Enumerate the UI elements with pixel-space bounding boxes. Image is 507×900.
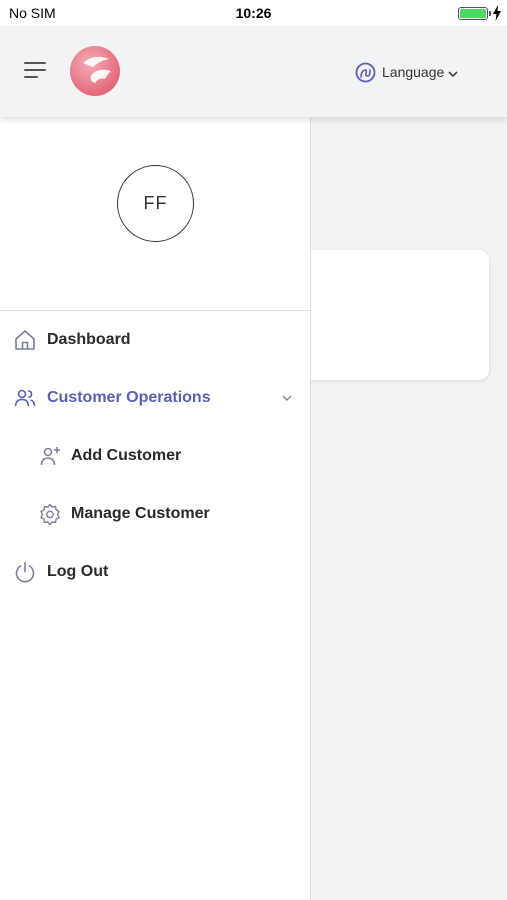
nav-item-customer-operations[interactable]: Customer Operations: [0, 378, 311, 418]
nav-item-add-customer[interactable]: Add Customer: [0, 436, 311, 476]
home-icon: [15, 330, 35, 350]
gear-icon: [40, 503, 60, 526]
battery-icon: [458, 7, 491, 20]
language-label: Language: [382, 64, 445, 80]
nav-label-manage-customer: Manage Customer: [71, 505, 210, 522]
charging-bolt-icon: [493, 5, 501, 21]
avatar[interactable]: FF: [117, 165, 194, 242]
users-icon: [14, 389, 36, 407]
status-bar: No SIM 10:26: [0, 0, 507, 26]
nav-label-dashboard: Dashboard: [47, 331, 131, 348]
nav-item-dashboard[interactable]: Dashboard: [0, 320, 311, 360]
user-plus-icon: [40, 447, 60, 466]
chevron-down-icon: [448, 70, 458, 77]
status-time: 10:26: [235, 5, 272, 21]
navigation-drawer: FF Dashboard Customer Operations Add Cus…: [0, 117, 311, 900]
drawer-divider: [0, 310, 311, 311]
nav-label-add-customer: Add Customer: [71, 447, 182, 464]
nav-label-customer-operations: Customer Operations: [47, 389, 211, 406]
nav-item-log-out[interactable]: Log Out: [0, 552, 311, 592]
nav-label-log-out: Log Out: [47, 563, 109, 580]
nav-item-manage-customer[interactable]: Manage Customer: [0, 494, 311, 534]
language-selector[interactable]: Language: [355, 60, 458, 84]
hamburger-menu-icon[interactable]: [20, 56, 50, 86]
power-icon: [15, 561, 35, 583]
battery-level: [460, 9, 486, 18]
globe-icon: [355, 62, 376, 82]
brand-logo: [70, 46, 120, 96]
chevron-down-icon: [282, 395, 292, 402]
app-header: Language: [0, 26, 507, 117]
